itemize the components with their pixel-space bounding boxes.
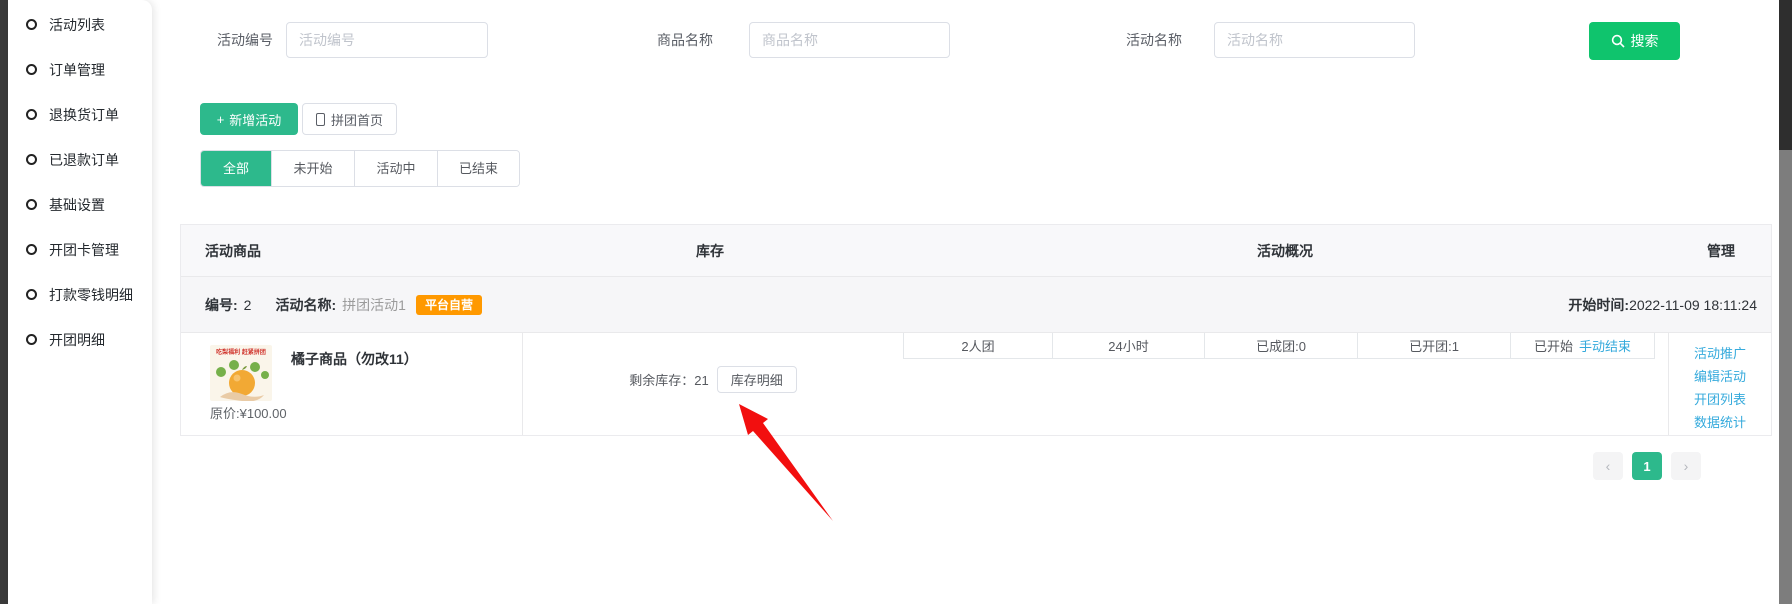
activity-name-value: 拼团活动1	[342, 295, 406, 315]
sidebar-item-label: 开团明细	[49, 330, 105, 350]
sidebar-item-refunded-orders[interactable]: 已退款订单	[8, 137, 152, 182]
table-row: 吃梨福利 赶紧拼团 橘子商品（勿改11） 原价:¥100.00 剩余库存：21 …	[181, 333, 1771, 435]
activity-no-label: 编号:	[205, 295, 238, 315]
filter-label-product-name: 商品名称	[657, 22, 713, 58]
plus-icon: +	[217, 112, 225, 127]
tab-in-progress[interactable]: 活动中	[354, 151, 437, 186]
filter-label-activity-no: 活动编号	[217, 22, 273, 58]
overview-group-size: 2人团	[903, 333, 1053, 359]
sidebar-item-activity-list[interactable]: 活动列表	[8, 2, 152, 47]
circle-icon	[26, 19, 37, 30]
promote-link[interactable]: 活动推广	[1694, 342, 1746, 365]
product-price: 原价:¥100.00	[210, 403, 287, 422]
remaining-stock-text: 剩余库存：21	[629, 370, 708, 389]
tab-all[interactable]: 全部	[201, 151, 271, 186]
sidebar-item-label: 开团卡管理	[49, 240, 119, 260]
tab-ended[interactable]: 已结束	[437, 151, 519, 186]
sidebar-item-group-detail[interactable]: 开团明细	[8, 317, 152, 362]
stock-cell: 剩余库存：21 库存明细	[522, 366, 904, 393]
circle-icon	[26, 109, 37, 120]
sidebar-item-return-orders[interactable]: 退换货订单	[8, 92, 152, 137]
sidebar-item-label: 基础设置	[49, 195, 105, 215]
sidebar-item-order-management[interactable]: 订单管理	[8, 47, 152, 92]
scrollbar-thumb[interactable]	[1779, 0, 1792, 150]
filter-label-activity-name: 活动名称	[1126, 22, 1182, 58]
sidebar-item-payment-detail[interactable]: 打款零钱明细	[8, 272, 152, 317]
chevron-left-icon: ‹	[1606, 458, 1611, 474]
manual-end-link[interactable]: 手动结束	[1579, 336, 1631, 355]
header-overview: 活动概况	[1257, 225, 1313, 277]
activity-table: 活动商品 库存 活动概况 管理 编号: 2 活动名称: 拼团活动1 平台自营 开…	[180, 224, 1772, 436]
circle-icon	[26, 64, 37, 75]
add-activity-button[interactable]: + 新增活动	[200, 103, 298, 135]
status-text: 已开始	[1534, 336, 1573, 355]
tab-not-started[interactable]: 未开始	[271, 151, 354, 186]
sidebar-item-label: 已退款订单	[49, 150, 119, 170]
svg-text:吃梨福利 赶紧拼团: 吃梨福利 赶紧拼团	[216, 348, 266, 356]
prev-page-button[interactable]: ‹	[1593, 452, 1623, 480]
overview-subtable: 2人团 24小时 已成团:0 已开团:1 已开始 手动结束	[903, 333, 1655, 359]
activity-name-label: 活动名称:	[275, 295, 336, 315]
sidebar-item-label: 打款零钱明细	[49, 285, 133, 305]
sidebar: 活动列表 订单管理 退换货订单 已退款订单 基础设置 开团卡管理 打款零钱明细	[8, 0, 152, 604]
search-button[interactable]: 搜索	[1589, 22, 1680, 60]
activity-no-value: 2	[244, 297, 252, 313]
edit-activity-link[interactable]: 编辑活动	[1694, 365, 1746, 388]
group-home-button[interactable]: 拼团首页	[302, 103, 397, 135]
circle-icon	[26, 244, 37, 255]
activity-name-input[interactable]	[1214, 22, 1415, 58]
overview-groups-done: 已成团:0	[1205, 333, 1358, 359]
next-page-button[interactable]: ›	[1671, 452, 1701, 480]
stock-detail-button[interactable]: 库存明细	[717, 366, 797, 393]
overview-status-cell: 已开始 手动结束	[1511, 333, 1655, 359]
sidebar-item-label: 活动列表	[49, 15, 105, 35]
header-stock: 库存	[696, 225, 724, 277]
search-icon	[1611, 34, 1625, 48]
circle-icon	[26, 154, 37, 165]
activity-no-input[interactable]	[286, 22, 488, 58]
page-1-button[interactable]: 1	[1632, 452, 1662, 480]
circle-icon	[26, 289, 37, 300]
pagination: ‹ 1 ›	[1593, 452, 1701, 480]
sidebar-item-basic-settings[interactable]: 基础设置	[8, 182, 152, 227]
activity-info-band: 编号: 2 活动名称: 拼团活动1 平台自营 开始时间:2022-11-09 1…	[181, 277, 1771, 333]
page-icon	[316, 113, 325, 126]
start-time-label: 开始时间:	[1568, 297, 1629, 313]
sidebar-item-label: 退换货订单	[49, 105, 119, 125]
header-product: 活动商品	[205, 225, 261, 277]
chevron-right-icon: ›	[1684, 458, 1689, 474]
data-stats-link[interactable]: 数据统计	[1694, 411, 1746, 434]
platform-badge: 平台自营	[416, 295, 482, 315]
group-list-link[interactable]: 开团列表	[1694, 388, 1746, 411]
left-edge-strip	[0, 0, 8, 604]
group-home-label: 拼团首页	[331, 110, 383, 129]
right-scrollbar[interactable]	[1779, 0, 1792, 604]
product-name-input[interactable]	[749, 22, 950, 58]
status-tabs: 全部 未开始 活动中 已结束	[200, 150, 520, 187]
product-name: 橘子商品（勿改11）	[291, 349, 418, 369]
search-button-label: 搜索	[1631, 31, 1659, 51]
circle-icon	[26, 199, 37, 210]
sidebar-item-group-card[interactable]: 开团卡管理	[8, 227, 152, 272]
add-activity-label: 新增活动	[229, 110, 281, 129]
start-time-value: 2022-11-09 18:11:24	[1629, 297, 1757, 313]
circle-icon	[26, 334, 37, 345]
manage-cell: 活动推广 编辑活动 开团列表 数据统计	[1668, 333, 1771, 435]
header-manage: 管理	[1707, 225, 1735, 277]
page: 活动列表 订单管理 退换货订单 已退款订单 基础设置 开团卡管理 打款零钱明细	[0, 0, 1792, 604]
overview-groups-opened: 已开团:1	[1358, 333, 1511, 359]
sidebar-item-label: 订单管理	[49, 60, 105, 80]
table-header: 活动商品 库存 活动概况 管理	[181, 225, 1771, 277]
overview-duration: 24小时	[1053, 333, 1205, 359]
start-time: 开始时间:2022-11-09 18:11:24	[1568, 295, 1757, 315]
product-image: 吃梨福利 赶紧拼团	[210, 345, 272, 401]
